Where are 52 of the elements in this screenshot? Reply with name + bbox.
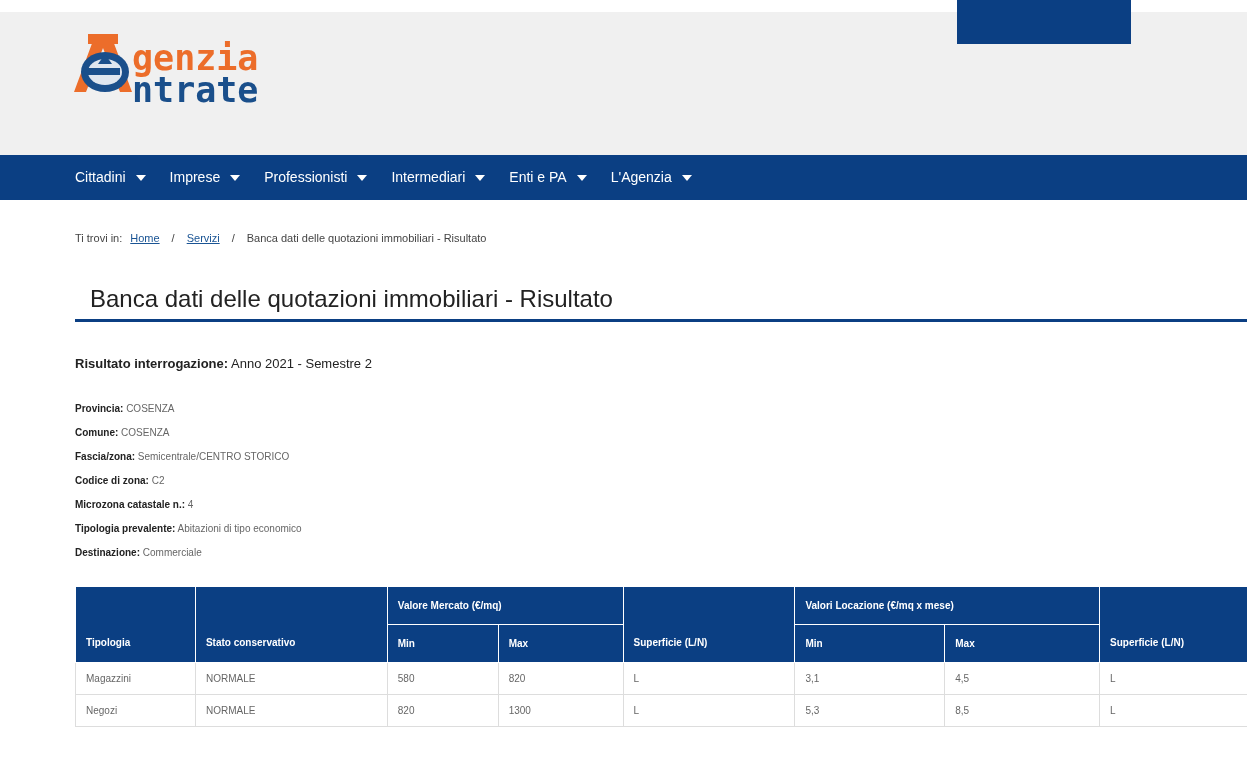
table-cell: Magazzini xyxy=(75,662,196,695)
table-cell: L xyxy=(623,662,795,695)
caret-icon xyxy=(475,174,486,181)
detail-line: Tipologia prevalente: Abitazioni di tipo economico xyxy=(75,521,303,535)
column-header: Min xyxy=(794,624,945,663)
table-cell: 820 xyxy=(387,694,499,727)
column-header: Stato conservativo xyxy=(195,586,388,663)
caret-icon xyxy=(357,174,368,181)
detail-line: Provincia: COSENZA xyxy=(75,401,176,415)
table-cell: NORMALE xyxy=(195,694,388,727)
nav-menu-item[interactable]: Enti e PA xyxy=(509,167,587,188)
table-cell: 5,3 xyxy=(794,694,945,727)
detail-line: Codice di zona: C2 xyxy=(75,473,166,487)
breadcrumb-label: Ti trovi in: xyxy=(75,231,123,246)
table-cell: 4,5 xyxy=(944,662,1100,695)
detail-line: Destinazione: Commerciale xyxy=(75,545,203,559)
table-cell: 8,5 xyxy=(944,694,1100,727)
result-summary: Risultato interrogazione: Anno 2021 - Semestre 2 xyxy=(74,355,373,374)
table-cell: 820 xyxy=(498,662,624,695)
page-title: Banca dati delle quotazioni immobiliari - Risultato xyxy=(90,284,614,314)
detail-line: Fascia/zona: Semicentrale/CENTRO STORICO xyxy=(75,449,291,463)
table-cell: Negozi xyxy=(75,694,196,727)
table-cell: 3,1 xyxy=(794,662,945,695)
breadcrumb-separator: / xyxy=(231,231,235,246)
nav-menu-item[interactable]: Intermediari xyxy=(391,167,486,188)
table-cell: L xyxy=(623,694,795,727)
breadcrumb-separator: / xyxy=(171,231,175,246)
breadcrumb-current: Banca dati delle quotazioni immobiliari - Risultato xyxy=(246,231,487,246)
detail-line: Microzona catastale n.: 4 xyxy=(75,497,195,511)
caret-icon xyxy=(681,174,692,181)
breadcrumb-link[interactable]: Servizi xyxy=(186,230,220,247)
caret-icon xyxy=(576,174,587,181)
caret-icon xyxy=(135,174,146,181)
column-header: Superficie (L/N) xyxy=(1099,586,1247,663)
table-cell: 580 xyxy=(387,662,499,695)
nav-menu-item[interactable]: L'Agenzia xyxy=(610,167,692,188)
column-header: Min xyxy=(387,624,499,663)
column-header: Max xyxy=(944,624,1100,663)
table-cell: 1300 xyxy=(498,694,624,727)
header-button[interactable] xyxy=(957,0,1131,44)
column-header: Superficie (L/N) xyxy=(623,586,795,663)
nav-menu-item[interactable]: Cittadini xyxy=(75,167,146,188)
column-header: Valore Mercato (€/mq) xyxy=(387,586,624,625)
table-cell: NORMALE xyxy=(195,662,388,695)
detail-line: Comune: COSENZA xyxy=(75,425,171,439)
caret-icon xyxy=(230,174,241,181)
breadcrumb-link[interactable]: Home xyxy=(130,230,160,247)
nav-menu-item[interactable]: Professionisti xyxy=(264,167,368,188)
column-header: Tipologia xyxy=(75,586,196,663)
column-header: Max xyxy=(498,624,624,663)
column-header: Valori Locazione (€/mq x mese) xyxy=(794,586,1100,625)
nav-menu-item[interactable]: Imprese xyxy=(169,167,241,188)
